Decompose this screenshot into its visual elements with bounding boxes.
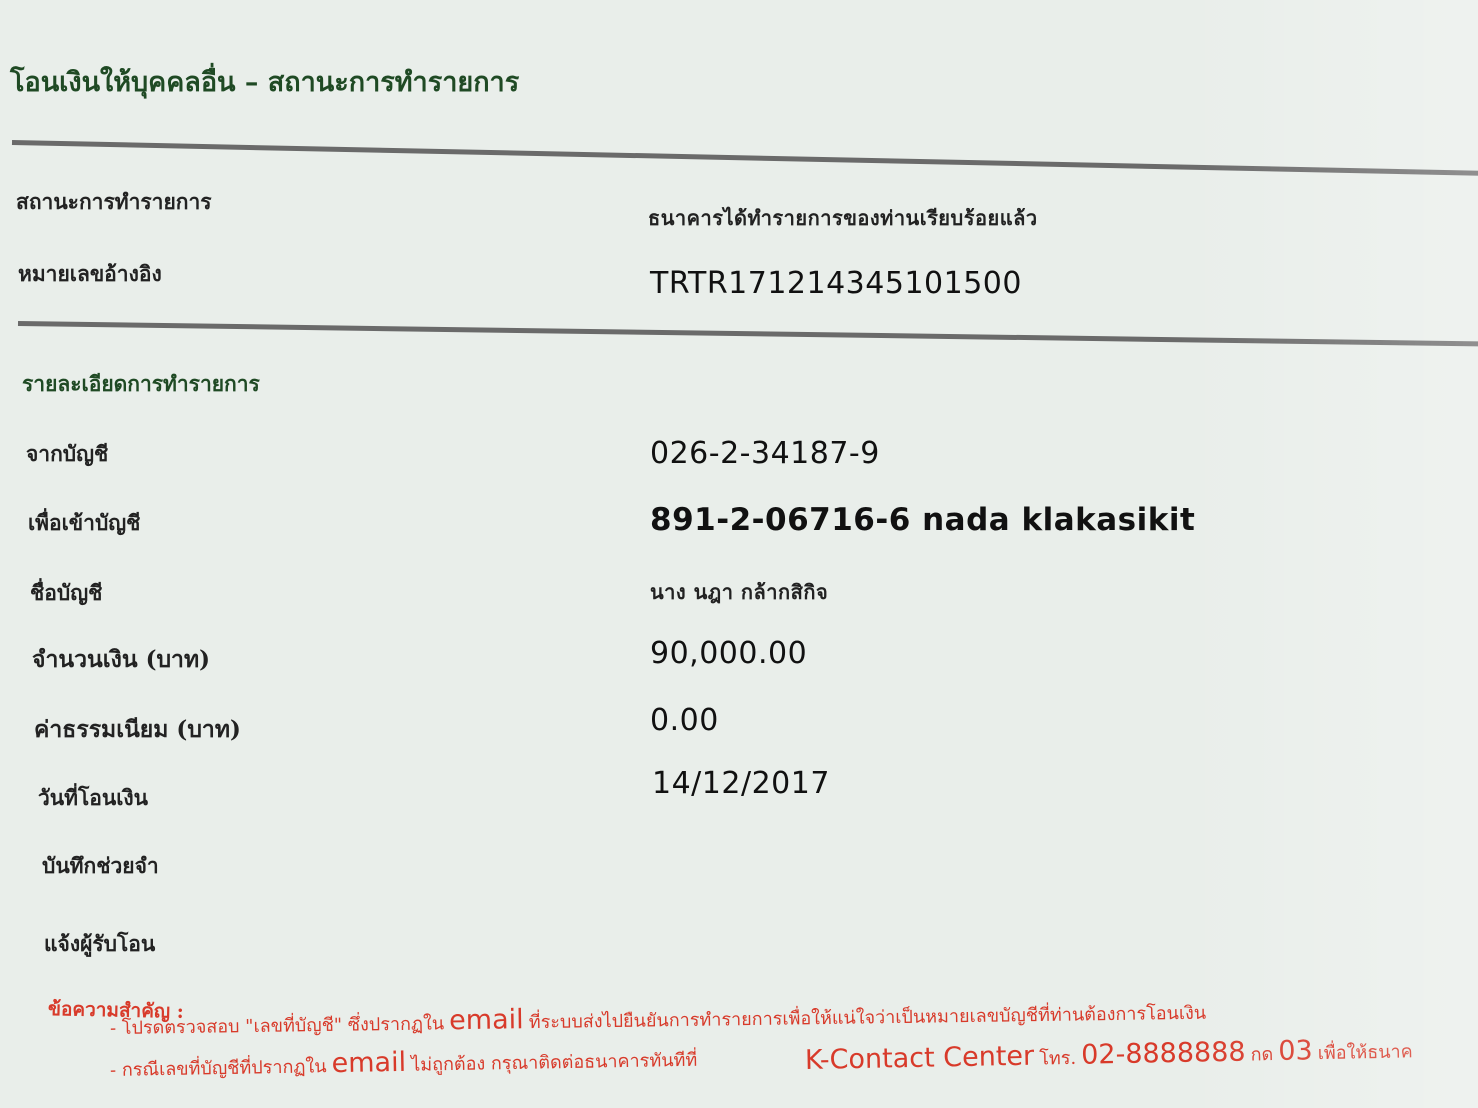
status-label: สถานะการทำรายการ [16, 189, 212, 214]
notice-contact-center: K-Contact Center [804, 1040, 1035, 1076]
divider [11, 140, 1478, 176]
notice-text: กด [1250, 1044, 1274, 1066]
to-account-value: 891-2-06716-6 nada klakasikit [650, 502, 1196, 538]
from-account-label: จากบัญชี [26, 441, 109, 466]
notice-line: - กรณีเลขที่บัญชีที่ปรากฏใน email ไม่ถูก… [110, 1042, 698, 1084]
details-heading: รายละเอียดการทำรายการ [22, 371, 260, 396]
transfer-date-value: 14/12/2017 [652, 766, 830, 801]
notice-text: ไม่ถูกต้อง กรุณาติดต่อธนาคารทันทีที่ [411, 1049, 698, 1076]
reference-label: หมายเลขอ้างอิง [18, 261, 162, 286]
notice-line: - โปรดตรวจสอบ "เลขที่บัญชี" ซึ่งปรากฏใน … [110, 995, 1207, 1042]
account-name-value: นาง นฎา กล้ากสิกิจ [650, 580, 829, 604]
notice-email: email [331, 1046, 407, 1080]
reference-value: TRTR171214345101500 [650, 266, 1022, 301]
notice-line: K-Contact Center โทร. 02-8888888 กด 03 เ… [805, 1033, 1413, 1077]
notice-text: - กรณีเลขที่บัญชีที่ปรากฏใน [109, 1056, 327, 1081]
notice-press: 03 [1277, 1035, 1313, 1067]
amount-label: จำนวนเงิน (บาท) [32, 646, 211, 673]
memo-label: บันทึกช่วยจำ [42, 853, 159, 878]
fee-value: 0.00 [650, 703, 719, 738]
notice-text: เพื่อให้ธนาค [1317, 1041, 1413, 1065]
transfer-date-label: วันที่โอนเงิน [38, 785, 149, 810]
transfer-status-page: โอนเงินให้บุคคลอื่น – สถานะการทำรายการ ส… [0, 0, 1478, 1108]
page-title: โอนเงินให้บุคคลอื่น – สถานะการทำรายการ [10, 67, 520, 98]
notice-phone: 02-8888888 [1080, 1036, 1246, 1071]
status-value: ธนาคารได้ทำรายการของท่านเรียบร้อยแล้ว [648, 206, 1038, 230]
from-account-value: 026-2-34187-9 [650, 436, 880, 471]
divider [17, 321, 1478, 347]
notice-text: โทร. [1039, 1047, 1077, 1070]
notice-text: - โปรดตรวจสอบ "เลขที่บัญชี" ซึ่งปรากฏใน [109, 1013, 445, 1039]
to-account-label: เพื่อเข้าบัญชี [28, 510, 141, 535]
notice-email: email [448, 1004, 524, 1037]
amount-value: 90,000.00 [650, 636, 808, 671]
notice-text: ที่ระบบส่งไปยืนยันการทำรายการเพื่อให้แน่… [528, 1002, 1207, 1034]
fee-label: ค่าธรรมเนียม (บาท) [34, 716, 241, 743]
account-name-label: ชื่อบัญชี [30, 580, 103, 605]
notify-recipient-label: แจ้งผู้รับโอน [44, 931, 156, 956]
